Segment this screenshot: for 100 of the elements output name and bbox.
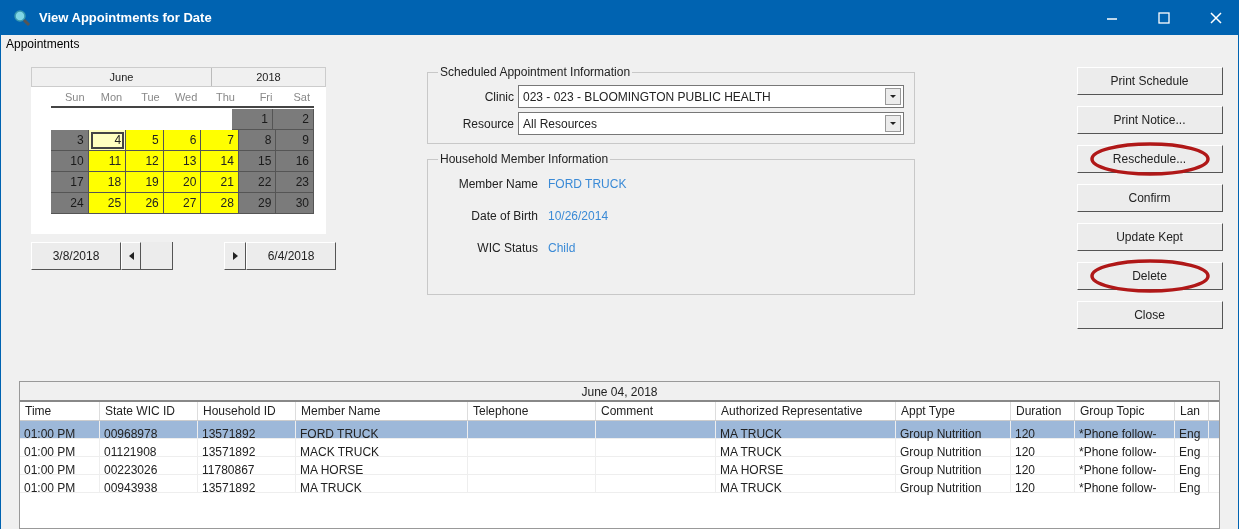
table-cell: FORD TRUCK xyxy=(300,427,379,441)
table-cell: *Phone follow- xyxy=(1079,463,1157,477)
calendar-day[interactable]: 23 xyxy=(276,171,315,193)
field-label: Resource xyxy=(461,115,515,133)
group-title: Household Member Information xyxy=(439,151,610,168)
table-cell: 01121908 xyxy=(104,445,157,459)
column-header[interactable]: Member Name xyxy=(296,402,468,420)
calendar-day[interactable]: 30 xyxy=(276,192,315,214)
menu-item[interactable]: Appointments xyxy=(6,35,80,53)
table-cell: *Phone follow- xyxy=(1079,427,1157,441)
action-button[interactable]: Confirm xyxy=(1076,184,1223,212)
calendar-day[interactable]: 2 xyxy=(272,108,314,130)
calendar-day[interactable]: 14 xyxy=(201,150,239,172)
dropdown-value: All Resources xyxy=(523,115,599,133)
calendar-day[interactable]: 17 xyxy=(51,171,89,193)
calendar-day[interactable]: 3 xyxy=(51,129,89,151)
calendar-day[interactable]: 16 xyxy=(276,150,315,172)
weekday-label: Wed xyxy=(173,90,199,105)
table-title: June 04, 2018 xyxy=(20,382,1219,402)
calendar-day[interactable]: 4 xyxy=(88,129,127,151)
column-header[interactable]: Appt Type xyxy=(896,402,1011,420)
table-cell: 00968978 xyxy=(104,427,158,441)
weekday-label: Fri xyxy=(258,90,274,105)
magnifier-icon xyxy=(13,8,31,27)
column-header[interactable]: Group Topic xyxy=(1075,402,1175,420)
column-header[interactable]: Time xyxy=(20,402,100,420)
table-cell: 13571892 xyxy=(202,481,256,495)
table-cell: 01:00 PM xyxy=(24,445,76,459)
table-cell: 01:00 PM xyxy=(24,481,76,495)
table-cell: MA HORSE xyxy=(720,463,784,477)
close-icon[interactable] xyxy=(1210,11,1222,24)
dropdown[interactable]: All Resources xyxy=(518,112,904,135)
table-cell: 00223026 xyxy=(104,463,158,477)
table-cell: MA TRUCK xyxy=(720,427,782,441)
table-cell: Group Nutrition xyxy=(900,427,982,441)
column-header[interactable]: Duration xyxy=(1011,402,1075,420)
action-button[interactable]: Print Schedule xyxy=(1076,67,1223,95)
calendar-day[interactable]: 10 xyxy=(51,150,89,172)
table-cell: 120 xyxy=(1015,427,1036,441)
table-cell: 13571892 xyxy=(202,427,256,441)
table-cell: 11780867 xyxy=(202,463,255,477)
column-header[interactable]: Comment xyxy=(596,402,716,420)
table-cell: 01:00 PM xyxy=(24,463,76,477)
table-cell: MA TRUCK xyxy=(720,481,782,495)
table-cell: *Phone follow- xyxy=(1079,481,1157,495)
calendar-day[interactable]: 28 xyxy=(201,192,239,214)
column-header[interactable]: Lan xyxy=(1175,402,1209,420)
calendar-day[interactable]: 12 xyxy=(126,150,164,172)
calendar-day[interactable]: 5 xyxy=(126,129,164,151)
maximize-icon[interactable] xyxy=(1158,11,1170,24)
column-header[interactable]: Household ID xyxy=(198,402,296,420)
next-date-button[interactable]: 6/4/2018 xyxy=(246,241,336,270)
table-cell: Group Nutrition xyxy=(900,481,982,495)
table-cell: 01:00 PM xyxy=(24,427,76,441)
scroll-right-button[interactable] xyxy=(224,241,246,270)
weekday-label: Sun xyxy=(64,90,86,105)
column-header[interactable]: Authorized Representative xyxy=(716,402,896,420)
calendar-day[interactable]: 7 xyxy=(201,129,239,151)
table-cell: 120 xyxy=(1015,445,1036,459)
table-cell: Group Nutrition xyxy=(900,463,982,477)
calendar-day[interactable]: 9 xyxy=(276,129,315,151)
action-button[interactable]: Close xyxy=(1076,301,1223,329)
calendar-day[interactable]: 26 xyxy=(126,192,164,214)
table-cell: MA TRUCK xyxy=(720,445,782,459)
year-label[interactable]: 2018 xyxy=(212,68,325,86)
scroll-left-button[interactable] xyxy=(121,241,141,270)
field-value: Child xyxy=(548,240,576,257)
calendar-day[interactable]: 19 xyxy=(126,171,164,193)
calendar-day[interactable]: 21 xyxy=(201,171,239,193)
scroll-thumb[interactable] xyxy=(141,241,173,270)
weekday-label: Sat xyxy=(292,90,312,105)
field-label: Clinic xyxy=(483,88,515,106)
weekday-label: Mon xyxy=(99,90,124,105)
table-cell: 00943938 xyxy=(104,481,158,495)
weekday-label: Tue xyxy=(140,90,161,105)
right-arrow-icon xyxy=(232,251,238,260)
field-value: 10/26/2014 xyxy=(548,208,609,225)
calendar-day[interactable]: 24 xyxy=(51,192,89,214)
month-label[interactable]: June xyxy=(32,68,212,86)
calendar-day[interactable]: 6 xyxy=(163,129,202,151)
table-row[interactable]: 01:00 PM 00968978 13571892 FORD TRUCK MA TRUCK Group Nutrition 120 *Phone follow- Eng xyxy=(20,421,1219,439)
table-cell: Eng xyxy=(1179,445,1201,459)
field-label: WIC Status xyxy=(476,240,539,257)
dropdown[interactable]: 023 - 023 - BLOOMINGTON PUBLIC HEALTH xyxy=(518,85,904,108)
column-header[interactable]: Telephone xyxy=(468,402,596,420)
table-cell: Group Nutrition xyxy=(900,445,982,459)
field-label: Member Name xyxy=(457,176,539,193)
table-cell: *Phone follow- xyxy=(1079,445,1157,459)
weekday-label: Thu xyxy=(214,90,236,105)
left-arrow-icon xyxy=(128,251,134,260)
table-cell: 13571892 xyxy=(202,445,256,459)
action-button[interactable]: Print Notice... xyxy=(1076,106,1223,134)
table-cell: Eng xyxy=(1179,427,1201,441)
action-button[interactable]: Update Kept xyxy=(1076,223,1223,251)
previous-date-button[interactable]: 3/8/2018 xyxy=(31,241,121,270)
table-cell: MA HORSE xyxy=(300,463,364,477)
table-cell: Eng xyxy=(1179,481,1201,495)
calendar-day[interactable]: 1 xyxy=(231,108,273,130)
table-cell: MA TRUCK xyxy=(300,481,362,495)
column-header[interactable]: State WIC ID xyxy=(100,402,198,420)
